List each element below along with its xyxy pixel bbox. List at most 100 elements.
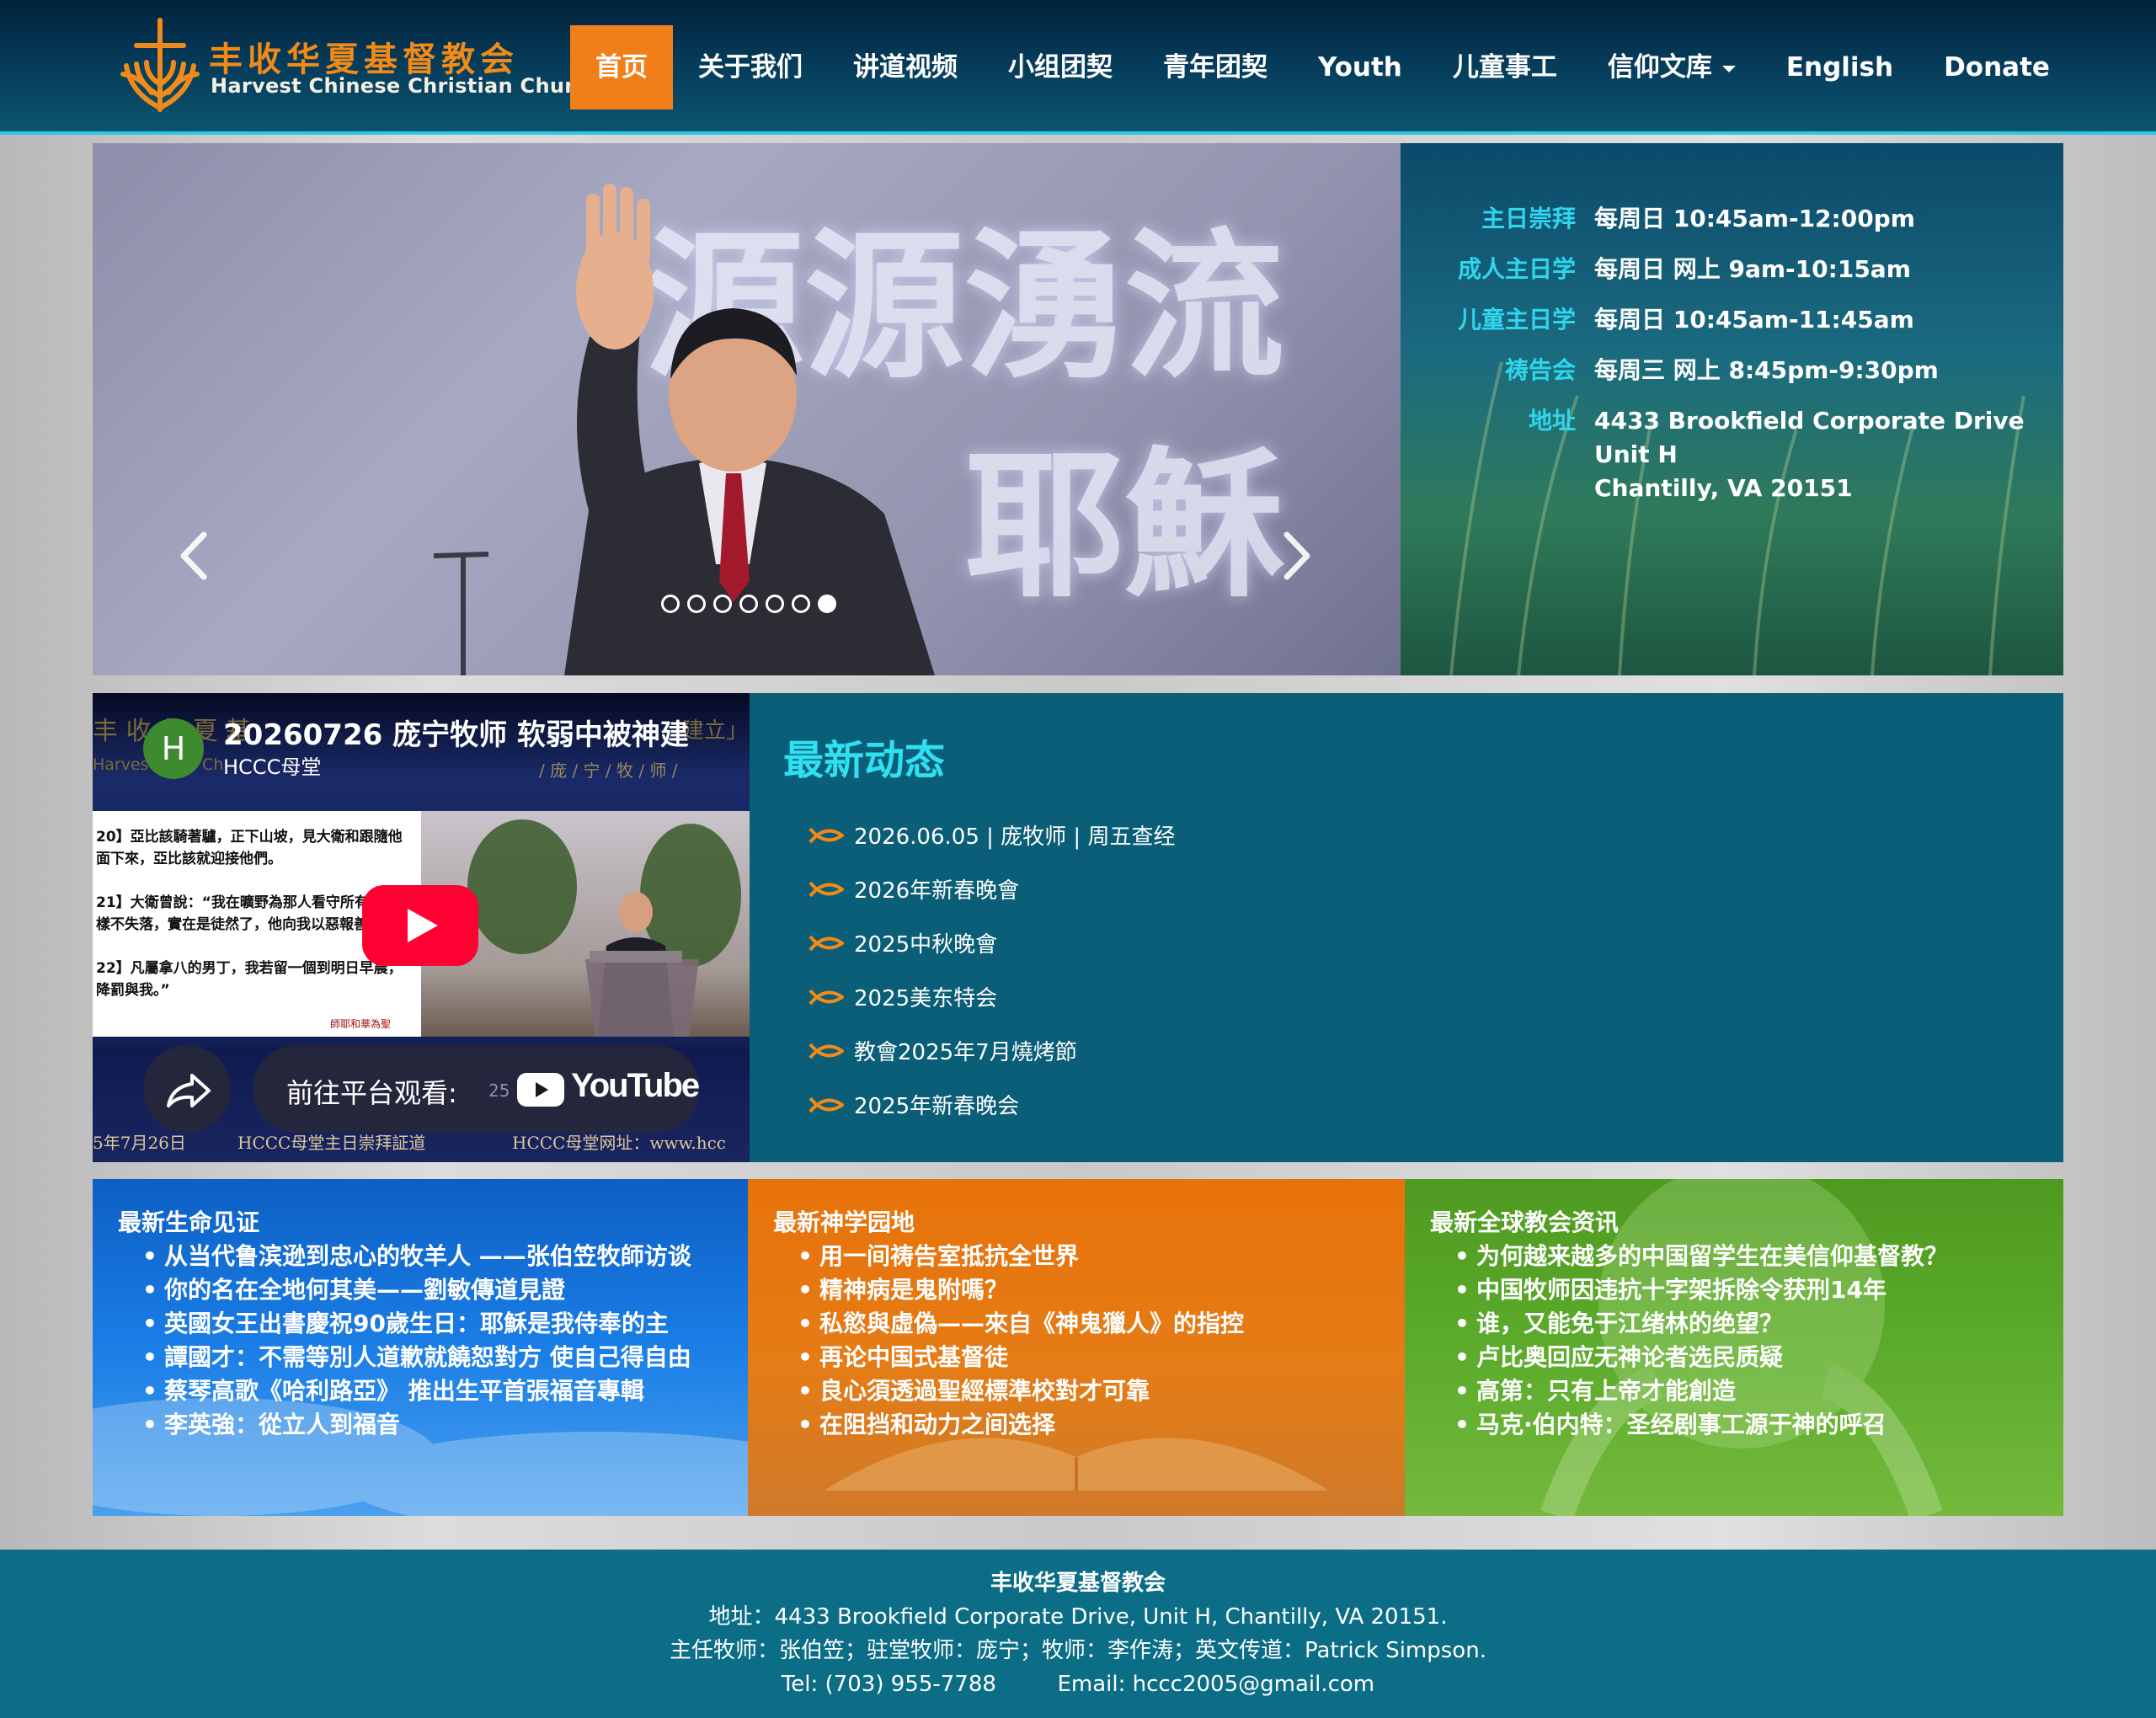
- video-service-caption: HCCC母堂主日崇拜証道: [237, 1133, 426, 1153]
- global-news-link[interactable]: 中国牧师因违抗十字架拆除令获刑14年: [1454, 1273, 1948, 1307]
- theology-link[interactable]: 私慾與虛偽——來自《神鬼獵人》的指控: [798, 1307, 1244, 1341]
- site-footer: 丰收华夏基督教会 地址：4433 Brookfield Corporate Dr…: [0, 1550, 2156, 1718]
- schedule-value: 每周日 网上 9am-10:15am: [1594, 255, 1911, 283]
- testimony-link[interactable]: 你的名在全地何其美——劉敏傳道見證: [142, 1273, 691, 1307]
- testimony-link[interactable]: 蔡琴高歌《哈利路亞》 推出生平首張福音專輯: [142, 1374, 691, 1408]
- schedule-label: 成人主日学: [1457, 255, 1576, 283]
- global-news-link[interactable]: 谁，又能免于江绪林的绝望？: [1454, 1307, 1948, 1341]
- video-channel-name[interactable]: HCCC母堂: [223, 750, 321, 780]
- news-item-label: 2026.06.05 | 庞牧师 | 周五查经: [854, 824, 1176, 850]
- youtube-video-embed[interactable]: 丰 收 华 夏 基 Harvest C Ch 建立」 / 庞 / 宁 / 牧 /…: [93, 693, 750, 1162]
- theology-link[interactable]: 用一间祷告室抵抗全世界: [798, 1240, 1244, 1273]
- testimonies-list: 从当代鲁滨逊到忠心的牧羊人 ——张伯笠牧師访谈 你的名在全地何其美——劉敏傳道見…: [142, 1240, 691, 1442]
- slide-line: 20】亞比該騎著驢，正下山坡，見大衛和跟隨他: [96, 829, 403, 846]
- carousel-dot-4[interactable]: [739, 595, 758, 613]
- global-news-list: 为何越来越多的中国留学生在美信仰基督教？ 中国牧师因违抗十字架拆除令获刑14年 …: [1454, 1240, 1948, 1442]
- nav-donate[interactable]: Donate: [1919, 25, 2075, 109]
- theology-panel: 最新神学园地 用一间祷告室抵抗全世界 精神病是鬼附嗎？ 私慾與虛偽——來自《神鬼…: [748, 1179, 1405, 1516]
- fish-bullet-icon: [808, 881, 844, 897]
- youtube-wordmark: YouTube: [571, 1067, 700, 1104]
- nav-donate-label: Donate: [1944, 52, 2050, 83]
- nav-home[interactable]: 首页: [570, 25, 673, 109]
- schedule-value: 每周日 10:45am-12:00pm: [1594, 205, 1915, 232]
- carousel-prev-arrow-icon[interactable]: [168, 526, 219, 585]
- testimony-link[interactable]: 从当代鲁滨逊到忠心的牧羊人 ——张伯笠牧師访谈: [142, 1240, 691, 1273]
- schedule-value: 每周三 网上 8:45pm-9:30pm: [1594, 356, 1939, 384]
- schedule-label: 主日崇拜: [1481, 205, 1576, 232]
- footer-phone[interactable]: Tel: (703) 955-7788: [782, 1672, 996, 1697]
- news-item[interactable]: 2026.06.05 | 庞牧师 | 周五查经: [808, 819, 1175, 851]
- nav-about[interactable]: 关于我们: [673, 25, 828, 109]
- carousel-next-arrow-icon[interactable]: [1272, 526, 1322, 585]
- nav-library-label: 信仰文库: [1607, 52, 1712, 83]
- nav-home-label: 首页: [595, 52, 648, 83]
- site-header: 丰收华夏基督教会 Harvest Chinese Christian Churc…: [0, 0, 2156, 135]
- news-item[interactable]: 2025中秋晚會: [808, 927, 997, 958]
- global-news-link[interactable]: 高第：只有上帝才能創造: [1454, 1374, 1948, 1408]
- footer-contact: Tel: (703) 955-7788 Email: hccc2005@gmai…: [0, 1667, 2156, 1701]
- news-item[interactable]: 2025年新春晚会: [808, 1089, 1019, 1120]
- global-news-link[interactable]: 卢比奥回应无神论者选民质疑: [1454, 1341, 1948, 1374]
- nav-library-dropdown[interactable]: 信仰文库: [1582, 25, 1761, 109]
- global-church-news-panel: 最新全球教会资讯 为何越来越多的中国留学生在美信仰基督教？ 中国牧师因违抗十字架…: [1405, 1179, 2063, 1516]
- latest-news-title: 最新动态: [783, 737, 946, 784]
- youtube-logo-icon: [517, 1073, 564, 1107]
- carousel-dot-1[interactable]: [661, 595, 680, 613]
- footer-address: 地址：4433 Brookfield Corporate Drive, Unit…: [708, 1604, 1448, 1630]
- theology-link[interactable]: 在阻挡和动力之间选择: [798, 1408, 1244, 1442]
- schedule-label: 儿童主日学: [1457, 306, 1576, 333]
- news-item[interactable]: 2026年新春晚會: [808, 873, 1019, 904]
- carousel-dot-2[interactable]: [687, 595, 706, 613]
- schedule-row-prayer-meeting: 祷告会 每周三 网上 8:45pm-9:30pm: [1401, 354, 1939, 387]
- theology-list: 用一间祷告室抵抗全世界 精神病是鬼附嗎？ 私慾與虛偽——來自《神鬼獵人》的指控 …: [798, 1240, 1244, 1442]
- nav-youth[interactable]: Youth: [1293, 25, 1428, 109]
- schedule-address-value: 4433 Brookfield Corporate Drive Unit H C…: [1594, 404, 2025, 505]
- slide-line: 22】凡屬拿八的男丁，我若留一個到明日早晨，: [96, 960, 403, 977]
- slide-line: 21】大衛曾說：“我在曠野為那人看守所有的: [96, 894, 383, 911]
- schedule-label: 祷告会: [1504, 356, 1576, 384]
- main-nav: 首页 关于我们 讲道视频 小组团契 青年团契 Youth 儿童事工 信仰文库 E…: [570, 25, 2075, 109]
- nav-children-label: 儿童事工: [1452, 52, 1557, 83]
- news-item[interactable]: 2025美东特会: [808, 981, 997, 1012]
- theology-link[interactable]: 良心須透過聖經標準校對才可靠: [798, 1374, 1244, 1408]
- carousel-dot-5[interactable]: [766, 595, 784, 613]
- fish-bullet-icon: [808, 1043, 844, 1059]
- share-button[interactable]: [143, 1045, 231, 1133]
- carousel-dot-3[interactable]: [713, 595, 732, 613]
- testimonies-panel: 最新生命见证 从当代鲁滨逊到忠心的牧羊人 ——张伯笠牧師访谈 你的名在全地何其美…: [93, 1179, 748, 1516]
- video-banner-right: / 庞 / 宁 / 牧 / 师 /: [539, 760, 678, 781]
- youtube-play-button-icon[interactable]: [362, 885, 478, 966]
- nav-children[interactable]: 儿童事工: [1428, 25, 1582, 109]
- video-banner-left-en2: Ch: [202, 755, 224, 774]
- video-title[interactable]: 20260726 庞宁牧师 软弱中被神建: [223, 712, 689, 753]
- nav-young-adults-label: 青年团契: [1163, 52, 1267, 83]
- testimony-link[interactable]: 譚國才：不需等別人道歉就饒恕對方 使自己得自由: [142, 1341, 691, 1374]
- testimony-link[interactable]: 英國女王出書慶祝90歲生日：耶穌是我侍奉的主: [142, 1307, 691, 1341]
- schedule-row-children-sunday-school: 儿童主日学 每周日 10:45am-11:45am: [1401, 303, 1914, 337]
- fish-bullet-icon: [808, 1096, 844, 1112]
- footer-email[interactable]: Email: hccc2005@gmail.com: [1057, 1672, 1374, 1697]
- news-item-label: 2025中秋晚會: [854, 932, 998, 958]
- carousel-dot-7[interactable]: [818, 595, 836, 613]
- global-news-link[interactable]: 为何越来越多的中国留学生在美信仰基督教？: [1454, 1240, 1948, 1273]
- nav-english[interactable]: English: [1761, 25, 1919, 109]
- nav-young-adults[interactable]: 青年团契: [1138, 25, 1293, 109]
- fish-bullet-icon: [808, 989, 844, 1005]
- channel-avatar[interactable]: H: [143, 718, 204, 779]
- nav-youth-label: Youth: [1318, 52, 1402, 83]
- testimony-link[interactable]: 李英強：從立人到福音: [142, 1408, 691, 1442]
- latest-news-panel: 最新动态 2026.06.05 | 庞牧师 | 周五查经 2026年新春晚會 2…: [750, 693, 2063, 1162]
- hero-carousel[interactable]: 源源湧流 耶穌: [93, 143, 1401, 675]
- nav-sermons[interactable]: 讲道视频: [828, 25, 983, 109]
- theology-link[interactable]: 再论中国式基督徒: [798, 1341, 1244, 1374]
- theology-link[interactable]: 精神病是鬼附嗎？: [798, 1273, 1244, 1307]
- news-item-label: 2026年新春晚會: [854, 878, 1020, 904]
- church-logo[interactable]: 丰收华夏基督教会 Harvest Chinese Christian Churc…: [118, 15, 601, 115]
- global-news-link[interactable]: 马克·伯内特：圣经剧事工源于神的呼召: [1454, 1408, 1948, 1442]
- carousel-dot-6[interactable]: [792, 595, 810, 613]
- watch-on-youtube-button[interactable]: 前往平台观看: 25 YouTube: [253, 1045, 700, 1133]
- caret-down-icon: [1721, 65, 1736, 72]
- news-item[interactable]: 教會2025年7月燒烤節: [808, 1035, 1077, 1066]
- nav-small-groups[interactable]: 小组团契: [983, 25, 1138, 109]
- schedule-label: 地址: [1528, 407, 1576, 435]
